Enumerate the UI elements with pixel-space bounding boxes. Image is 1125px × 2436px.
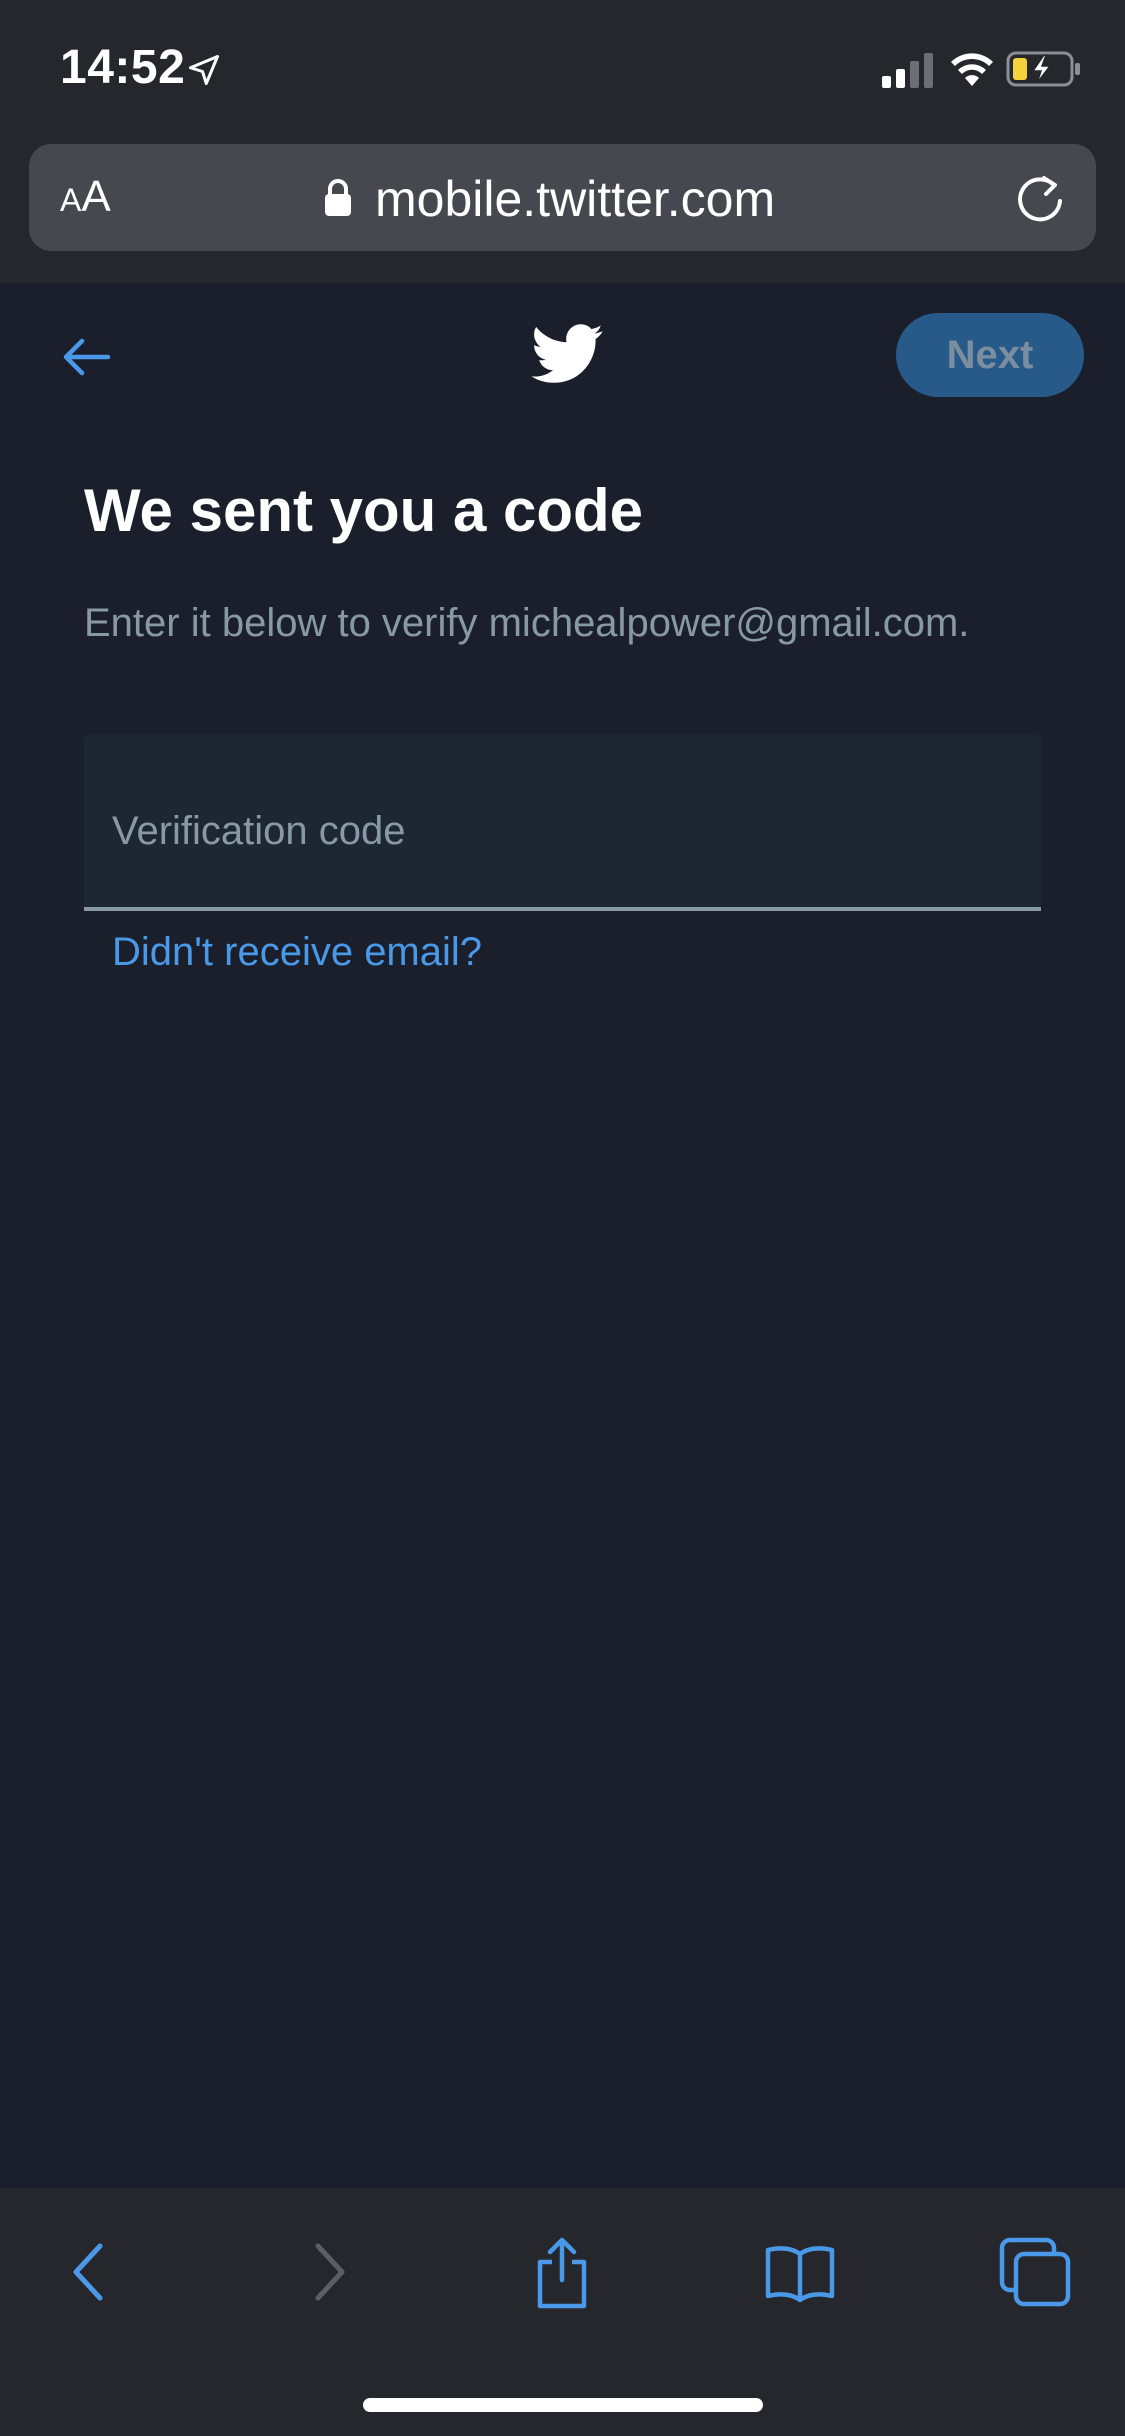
bookmarks-button[interactable] bbox=[760, 2232, 840, 2312]
battery-charging-icon bbox=[1006, 51, 1080, 87]
twitter-bird-icon bbox=[532, 324, 603, 383]
lock-icon bbox=[325, 179, 351, 216]
twitter-header: Next bbox=[0, 283, 1125, 433]
signal-icon bbox=[882, 53, 933, 88]
instruction-text: Enter it below to verify michealpower@gm… bbox=[84, 601, 970, 645]
browser-address-area: AA mobile.twitter.com bbox=[0, 140, 1125, 283]
url-text[interactable]: mobile.twitter.com bbox=[375, 170, 775, 228]
forward-chevron-icon bbox=[315, 2243, 345, 2301]
verification-code-field[interactable] bbox=[84, 735, 1041, 911]
tabs-button[interactable] bbox=[994, 2232, 1074, 2312]
back-arrow-icon[interactable] bbox=[60, 331, 112, 383]
browser-forward-button[interactable] bbox=[286, 2232, 366, 2312]
share-icon bbox=[537, 2237, 587, 2309]
status-time: 14:52 bbox=[60, 41, 186, 94]
location-arrow-icon bbox=[189, 55, 219, 85]
page-title: We sent you a code bbox=[84, 477, 644, 544]
bookmarks-icon bbox=[765, 2246, 835, 2303]
home-indicator[interactable] bbox=[363, 2398, 763, 2412]
tabs-icon bbox=[999, 2237, 1071, 2307]
resend-email-link[interactable]: Didn't receive email? bbox=[112, 930, 482, 975]
verification-code-input[interactable] bbox=[84, 735, 1041, 907]
back-chevron-icon bbox=[73, 2243, 103, 2301]
text-size-button[interactable]: AA bbox=[60, 172, 111, 222]
address-bar[interactable]: AA mobile.twitter.com bbox=[29, 144, 1096, 251]
screen: 14:52 AA mobile.twitter.com Next We sent… bbox=[0, 0, 1125, 2436]
reload-icon[interactable] bbox=[1013, 172, 1067, 226]
wifi-icon bbox=[951, 53, 993, 86]
share-button[interactable] bbox=[522, 2232, 602, 2312]
next-button[interactable]: Next bbox=[896, 313, 1084, 397]
status-bar: 14:52 bbox=[0, 0, 1125, 140]
browser-back-button[interactable] bbox=[52, 2232, 132, 2312]
